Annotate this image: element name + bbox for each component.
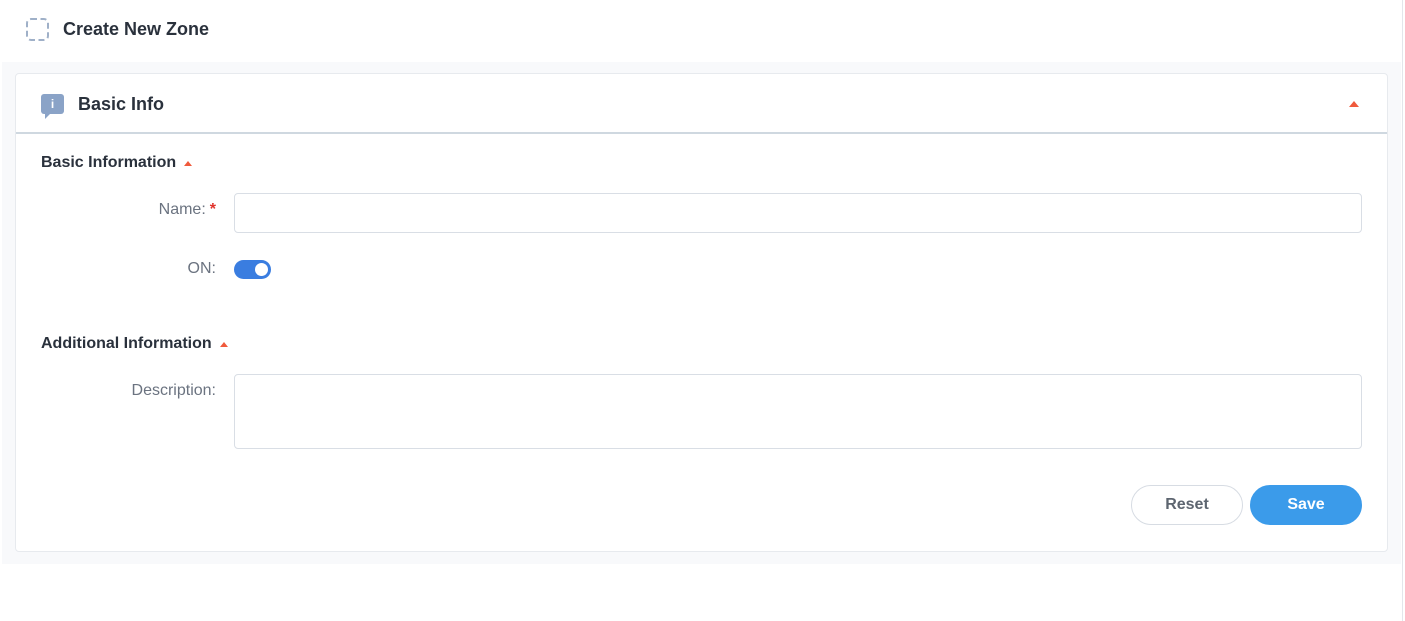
reset-button[interactable]: Reset xyxy=(1131,485,1243,525)
collapse-caret-icon[interactable] xyxy=(1349,101,1359,107)
on-label: ON: xyxy=(187,260,216,277)
section-title-additional: Additional Information xyxy=(41,335,212,352)
toggle-knob xyxy=(255,263,268,276)
description-label: Description: xyxy=(131,382,216,399)
save-button[interactable]: Save xyxy=(1250,485,1362,525)
description-textarea[interactable] xyxy=(234,374,1362,449)
zone-dashed-square-icon xyxy=(26,17,49,41)
required-asterisk: * xyxy=(209,201,216,218)
on-toggle[interactable] xyxy=(234,260,271,279)
section-title-basic: Basic Information xyxy=(41,154,177,171)
page-header: Create New Zone xyxy=(26,17,209,41)
card-header[interactable]: i Basic Info xyxy=(16,74,1387,134)
caret-up-icon xyxy=(184,160,193,166)
card-title: Basic Info xyxy=(78,94,165,114)
section-basic-information[interactable]: Basic Information xyxy=(41,154,193,172)
name-label: Name: * xyxy=(158,201,216,218)
caret-up-icon xyxy=(219,341,228,347)
section-additional-information[interactable]: Additional Information xyxy=(41,335,228,353)
info-icon: i xyxy=(41,94,64,119)
basic-info-card: i Basic Info Basic Information Name: * ON… xyxy=(15,73,1388,552)
page-title: Create New Zone xyxy=(63,18,210,39)
name-input[interactable] xyxy=(234,193,1362,233)
